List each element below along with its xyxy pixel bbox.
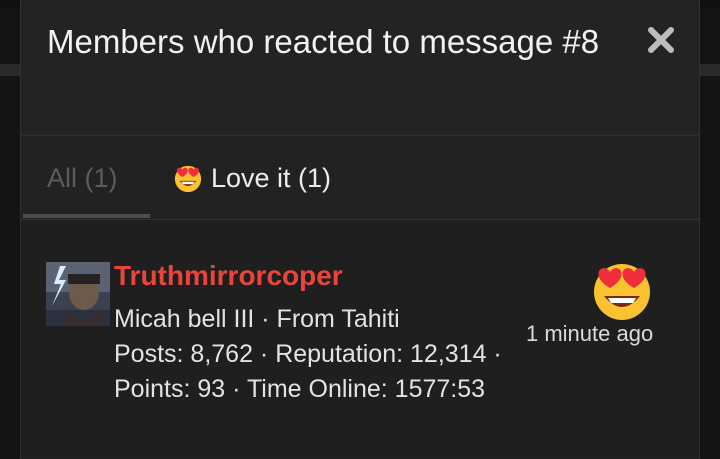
tab-all-label: All (1) <box>47 162 118 193</box>
active-tab-indicator <box>23 214 150 218</box>
tab-love-it[interactable]: Love it (1) <box>173 136 331 220</box>
modal-header: Members who reacted to message #8 <box>21 0 699 136</box>
reaction-time: 1 minute ago <box>526 321 654 346</box>
avatar[interactable] <box>46 262 110 326</box>
background-strip-left <box>0 64 20 76</box>
background-strip-right <box>700 64 720 76</box>
tab-all[interactable]: All (1) <box>47 136 118 220</box>
close-button[interactable] <box>643 22 679 58</box>
member-title-line: Micah bell III · From Tahiti <box>114 305 400 333</box>
tab-love-it-label: Love it (1) <box>211 162 332 193</box>
member-stats-line-2: Points: 93 · Time Online: 1577:53 <box>114 375 486 403</box>
reaction-tabs: All (1) Love it (1) <box>21 136 699 220</box>
heart-eyes-emoji-icon <box>173 163 203 193</box>
modal-title: Members who reacted to message #8 <box>47 23 600 60</box>
member-stats-line-1: Posts: 8,762 · Reputation: 12,314 · <box>114 340 502 368</box>
username-link[interactable]: Truthmirrorcoper <box>114 260 343 292</box>
heart-eyes-reaction-icon <box>590 258 654 322</box>
close-icon <box>648 27 674 53</box>
